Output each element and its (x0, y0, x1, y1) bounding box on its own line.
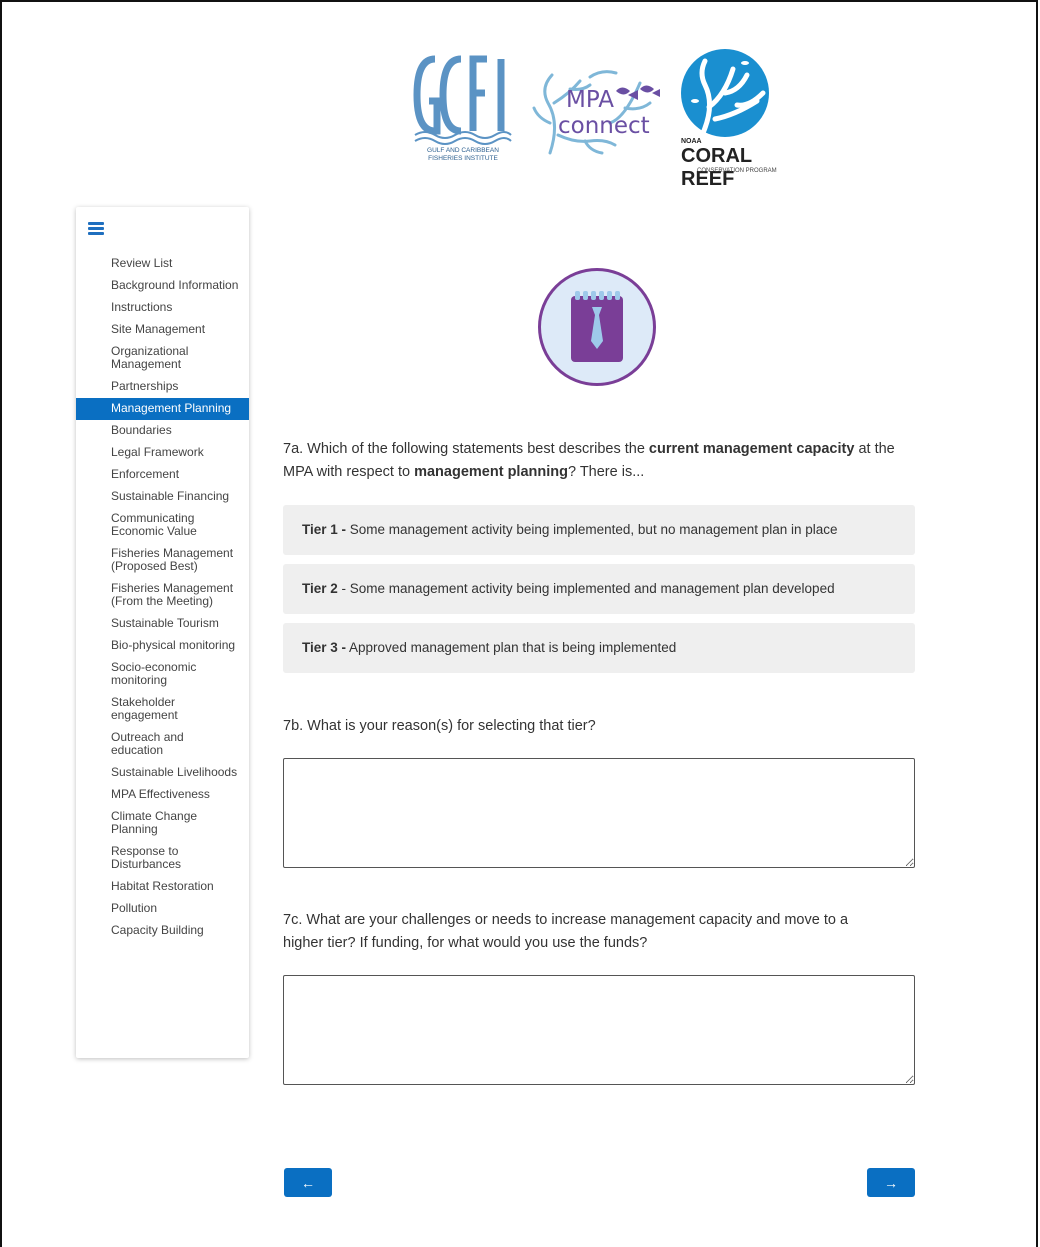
tier-1-option[interactable]: Tier 1 - Some management activity being … (283, 505, 915, 555)
question-7c: 7c. What are your challenges or needs to… (283, 909, 923, 955)
hamburger-menu-icon[interactable] (88, 222, 104, 236)
gcfi-caption: GULF AND CARIBBEAN FISHERIES INSTITUTE (413, 147, 513, 163)
tier-1-label: Tier 1 - (302, 522, 347, 537)
noaa-label: NOAA (681, 138, 702, 145)
sidebar-item-sustainable-financing[interactable]: Sustainable Financing (76, 486, 249, 508)
mpa-logo-text: MPA (566, 87, 614, 113)
sidebar-item-site-management[interactable]: Site Management (76, 319, 249, 341)
sidebar-item-pollution[interactable]: Pollution (76, 898, 249, 920)
sidebar-item-stakeholder-engagement[interactable]: Stakeholder engagement (76, 692, 249, 727)
gcfi-caption-line2: FISHERIES INSTITUTE (428, 155, 498, 162)
sidebar-item-socio-economic-monitoring[interactable]: Socio-economic monitoring (76, 657, 249, 692)
sidebar-item-habitat-restoration[interactable]: Habitat Restoration (76, 876, 249, 898)
tier-2-option[interactable]: Tier 2 - Some management activity being … (283, 564, 915, 614)
sidebar-item-outreach-and-education[interactable]: Outreach and education (76, 727, 249, 762)
sidebar-item-background-information[interactable]: Background Information (76, 275, 249, 297)
sidebar-item-sustainable-tourism[interactable]: Sustainable Tourism (76, 613, 249, 635)
sidebar-item-boundaries[interactable]: Boundaries (76, 420, 249, 442)
question-7b: 7b. What is your reason(s) for selecting… (283, 718, 596, 734)
coral-reef-emblem-icon (681, 49, 769, 137)
gcfi-logo-mark (413, 55, 512, 145)
sidebar-item-fisheries-management-from-the-meeting[interactable]: Fisheries Management (From the Meeting) (76, 578, 249, 613)
sidebar-item-enforcement[interactable]: Enforcement (76, 464, 249, 486)
sidebar-item-instructions[interactable]: Instructions (76, 297, 249, 319)
management-planning-icon (538, 268, 656, 386)
sidebar-item-climate-change-planning[interactable]: Climate Change Planning (76, 806, 249, 841)
sidebar-item-capacity-building[interactable]: Capacity Building (76, 920, 249, 942)
question-7a-text-3: ? There is... (567, 464, 645, 480)
sidebar-item-response-to-disturbances[interactable]: Response to Disturbances (76, 841, 249, 876)
sidebar-nav: Review List Background Information Instruc… (76, 207, 249, 1058)
sidebar-item-legal-framework[interactable]: Legal Framework (76, 442, 249, 464)
logo-banner: GULF AND CARIBBEAN FISHERIES INSTITUTE M… (405, 45, 795, 190)
sidebar-item-fisheries-management-proposed-best[interactable]: Fisheries Management (Proposed Best) (76, 543, 249, 578)
mpa-connect-logo: MPA connect (530, 63, 670, 155)
conservation-program-label: CONSERVATION PROGRAM (697, 168, 777, 174)
tier-2-text: - Some management activity being impleme… (337, 581, 835, 596)
question-7c-line2: higher tier? If funding, for what would … (283, 935, 648, 951)
tier-3-label: Tier 3 - (302, 640, 347, 655)
gcfi-logo: GULF AND CARIBBEAN FISHERIES INSTITUTE (413, 51, 513, 175)
sidebar-item-partnerships[interactable]: Partnerships (76, 376, 249, 398)
question-7a-bold-2: management planning (414, 464, 568, 480)
question-7c-line1: 7c. What are your challenges or needs to… (283, 912, 849, 928)
connect-logo-text: connect (558, 113, 650, 139)
sidebar-item-communicating-economic-value[interactable]: Communicating Economic Value (76, 508, 249, 543)
previous-button[interactable]: ← (284, 1168, 332, 1197)
tier-2-label: Tier 2 (302, 581, 338, 596)
tier-3-option[interactable]: Tier 3 - Approved management plan that i… (283, 623, 915, 673)
next-button[interactable]: → (867, 1168, 915, 1197)
tier-1-text: Some management activity being implement… (346, 522, 838, 537)
sidebar-item-bio-physical-monitoring[interactable]: Bio-physical monitoring (76, 635, 249, 657)
sidebar-item-sustainable-livelihoods[interactable]: Sustainable Livelihoods (76, 762, 249, 784)
notepad-tie-icon (571, 291, 623, 362)
sidebar-item-review-list[interactable]: Review List (76, 253, 249, 275)
reason-textarea[interactable] (283, 758, 915, 868)
sidebar-item-mpa-effectiveness[interactable]: MPA Effectiveness (76, 784, 249, 806)
sidebar-item-organizational-management[interactable]: Organizational Management (76, 341, 249, 376)
sidebar-item-management-planning[interactable]: Management Planning (76, 398, 249, 420)
question-7a-bold-1: current management capacity (648, 441, 855, 457)
coral-reef-logo: NOAA CORAL REEF CONSERVATION PROGRAM (675, 45, 785, 190)
tier-3-text: Approved management plan that is being i… (346, 640, 677, 655)
challenges-textarea[interactable] (283, 975, 915, 1085)
question-7a-text-1: 7a. Which of the following statements be… (283, 441, 649, 457)
gcfi-caption-line1: GULF AND CARIBBEAN (427, 147, 499, 154)
question-7a: 7a. Which of the following statements be… (283, 438, 923, 484)
sidebar-item-list: Review List Background Information Instruc… (76, 253, 249, 942)
